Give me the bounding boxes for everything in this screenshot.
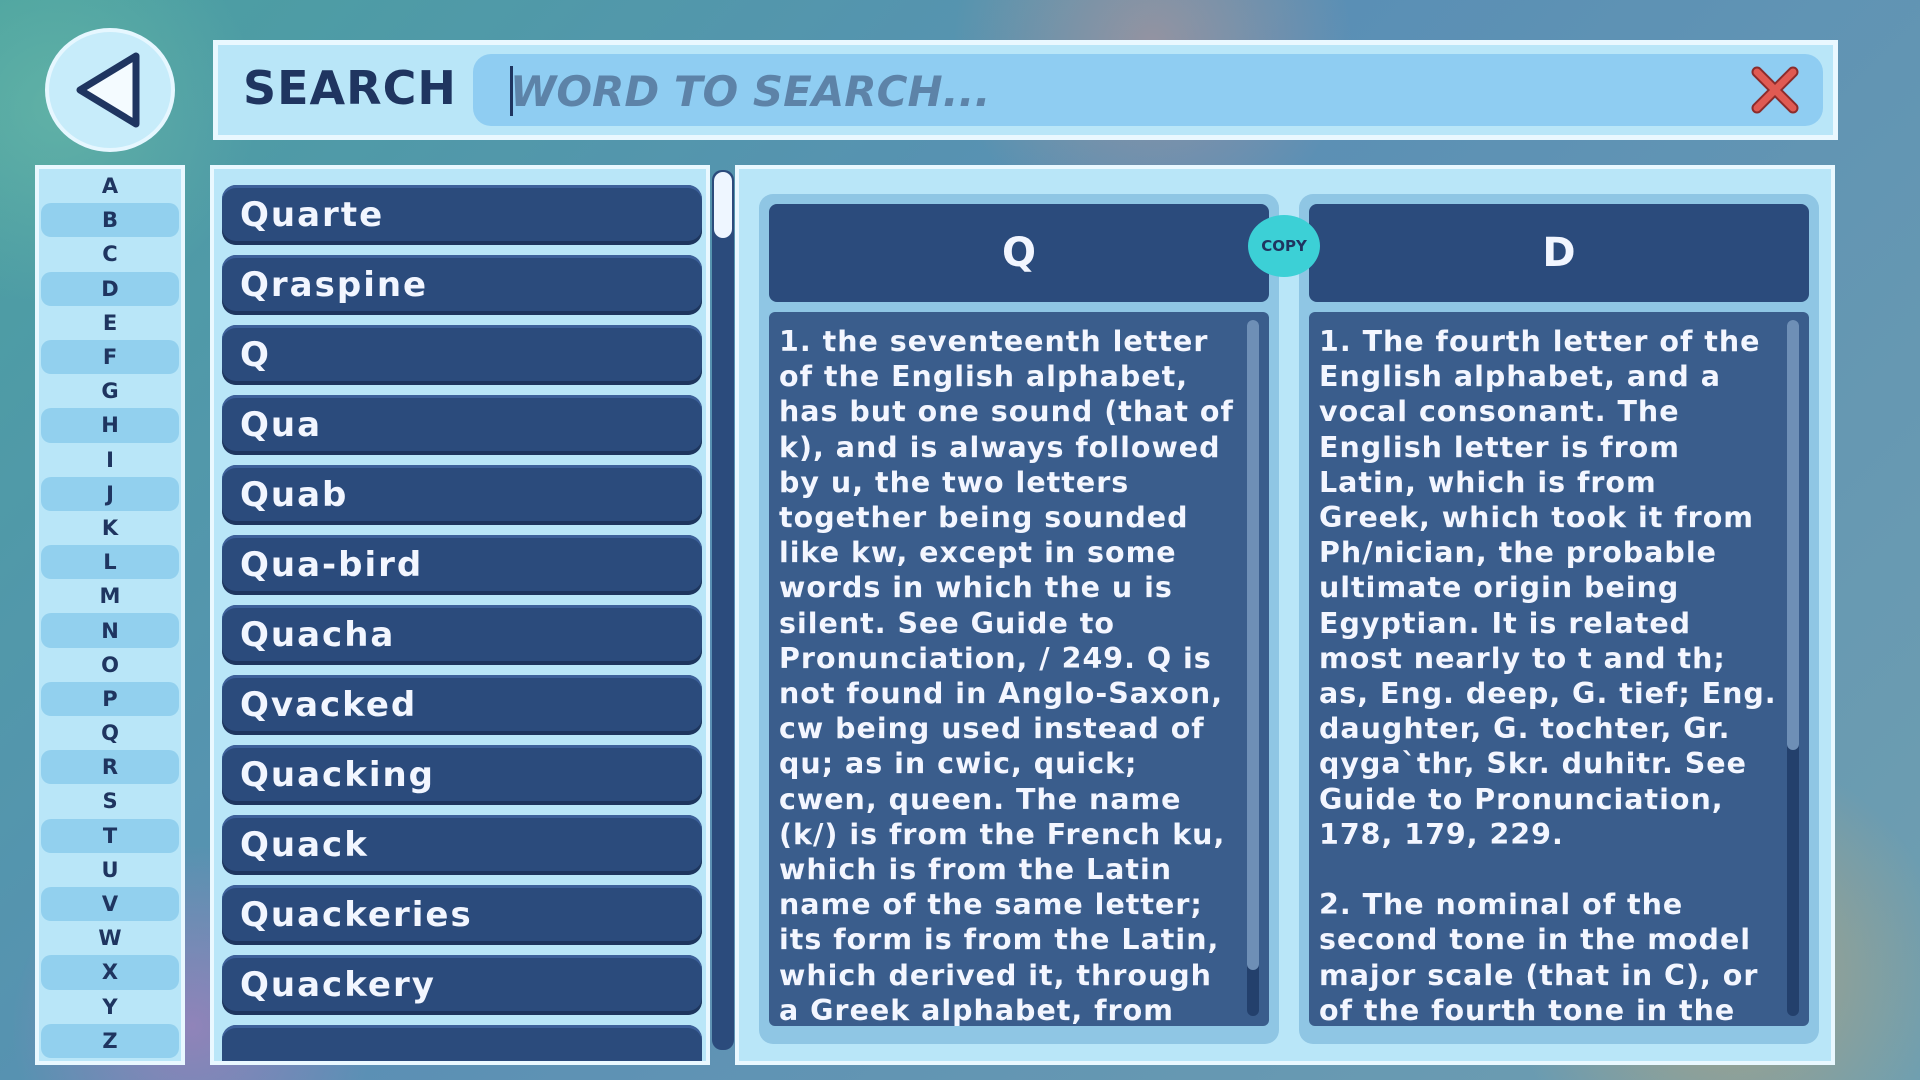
alphabet-letter-a[interactable]: A bbox=[39, 169, 181, 203]
definition-left-column: Q 1. the seventeenth letter of the Engli… bbox=[759, 194, 1279, 1044]
word-list-scrollbar[interactable] bbox=[712, 170, 734, 1050]
word-list-item[interactable]: Qua bbox=[222, 395, 702, 455]
alphabet-letter-x[interactable]: X bbox=[41, 955, 179, 990]
alphabet-letter-d[interactable]: D bbox=[41, 271, 179, 306]
alphabet-letter-h[interactable]: H bbox=[41, 408, 179, 443]
definition-right-title: D bbox=[1309, 204, 1809, 302]
definition-left-text: 1. the seventeenth letter of the English… bbox=[779, 325, 1234, 1026]
alphabet-letter-r[interactable]: R bbox=[41, 750, 179, 785]
alphabet-letter-p[interactable]: P bbox=[41, 681, 179, 716]
word-list-scroll-thumb[interactable] bbox=[714, 172, 732, 238]
alphabet-letter-o[interactable]: O bbox=[39, 648, 181, 682]
word-list-item[interactable]: Quack bbox=[222, 815, 702, 875]
alphabet-letter-j[interactable]: J bbox=[41, 476, 179, 511]
search-label: SEARCH bbox=[243, 61, 457, 115]
back-arrow-icon bbox=[76, 52, 140, 128]
alphabet-letter-z[interactable]: Z bbox=[41, 1023, 179, 1058]
alphabet-letter-e[interactable]: E bbox=[39, 306, 181, 340]
word-list-item[interactable]: Quab bbox=[222, 465, 702, 525]
alphabet-letter-l[interactable]: L bbox=[41, 545, 179, 580]
alphabet-letter-f[interactable]: F bbox=[41, 339, 179, 375]
search-field[interactable] bbox=[473, 54, 1823, 126]
alphabet-letter-n[interactable]: N bbox=[41, 613, 179, 648]
alphabet-letter-b[interactable]: B bbox=[41, 203, 179, 238]
definition-right-body[interactable]: 1. The fourth letter of the English alph… bbox=[1309, 312, 1809, 1026]
alphabet-letter-q[interactable]: Q bbox=[39, 716, 181, 750]
definition-left-scroll-thumb[interactable] bbox=[1247, 320, 1259, 970]
word-list-item[interactable]: Quackery bbox=[222, 955, 702, 1015]
alphabet-letter-k[interactable]: K bbox=[39, 511, 181, 545]
alphabet-index: ABCDEFGHIJKLMNOPQRSTUVWXYZ bbox=[35, 165, 185, 1065]
definition-left-body[interactable]: 1. the seventeenth letter of the English… bbox=[769, 312, 1269, 1026]
definition-right-column: D 1. The fourth letter of the English al… bbox=[1299, 194, 1819, 1044]
word-list-item[interactable]: Qua-bird bbox=[222, 535, 702, 595]
alphabet-letter-s[interactable]: S bbox=[39, 784, 181, 818]
alphabet-letter-t[interactable]: T bbox=[41, 818, 179, 853]
definition-left-title: Q bbox=[769, 204, 1269, 302]
alphabet-letter-i[interactable]: I bbox=[39, 443, 181, 477]
clear-search-button[interactable] bbox=[1749, 64, 1801, 116]
alphabet-letter-v[interactable]: V bbox=[41, 886, 179, 922]
word-list-item[interactable]: Qvacked bbox=[222, 675, 702, 735]
alphabet-letter-g[interactable]: G bbox=[39, 374, 181, 408]
word-list-item[interactable]: Quackeries bbox=[222, 885, 702, 945]
word-list-item[interactable]: Q bbox=[222, 325, 702, 385]
alphabet-letter-m[interactable]: M bbox=[39, 579, 181, 613]
definition-panel: Q 1. the seventeenth letter of the Engli… bbox=[735, 165, 1835, 1065]
definition-right-scroll-thumb[interactable] bbox=[1787, 320, 1799, 750]
close-x-icon bbox=[1751, 66, 1799, 114]
word-list-item-partial[interactable] bbox=[222, 1025, 702, 1061]
word-list-item[interactable]: Qraspine bbox=[222, 255, 702, 315]
search-input[interactable] bbox=[508, 62, 1712, 120]
definition-right-text: 1. The fourth letter of the English alph… bbox=[1319, 325, 1777, 1026]
back-button[interactable] bbox=[45, 28, 175, 152]
search-bar: SEARCH bbox=[213, 40, 1838, 140]
copy-button[interactable]: COPY bbox=[1248, 215, 1320, 277]
word-list-item[interactable]: Quacha bbox=[222, 605, 702, 665]
alphabet-letter-w[interactable]: W bbox=[39, 921, 181, 955]
word-list-item[interactable]: Quacking bbox=[222, 745, 702, 805]
word-list-item[interactable]: Quarte bbox=[222, 185, 702, 245]
alphabet-letter-u[interactable]: U bbox=[39, 853, 181, 887]
alphabet-letter-c[interactable]: C bbox=[39, 237, 181, 271]
alphabet-letter-y[interactable]: Y bbox=[39, 990, 181, 1024]
word-list: Quarte Qraspine Q Qua Quab Qua-bird Quacha Qvac… bbox=[210, 165, 710, 1065]
